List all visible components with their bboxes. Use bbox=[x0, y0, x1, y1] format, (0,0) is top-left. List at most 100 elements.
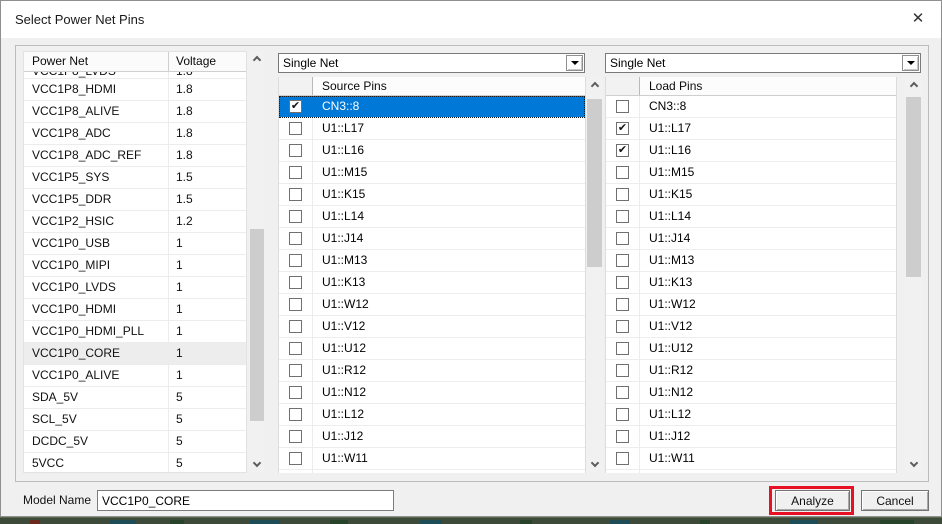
unchecked-checkbox[interactable] bbox=[616, 386, 629, 399]
source-pin-row[interactable]: U1::J12 bbox=[279, 426, 585, 448]
source-net-filter-dropdown[interactable]: Single Net bbox=[278, 53, 585, 73]
source-pin-row[interactable]: U1::W11 bbox=[279, 448, 585, 470]
power-net-row[interactable]: VCC1P8_HDMI1.8 bbox=[24, 79, 246, 101]
unchecked-checkbox[interactable] bbox=[289, 210, 302, 223]
source-pin-row[interactable]: U1::L16 bbox=[279, 140, 585, 162]
load-pin-row[interactable]: U1::M13 bbox=[606, 250, 896, 272]
source-pin-row[interactable]: U1::R12 bbox=[279, 360, 585, 382]
source-pin-row[interactable]: U1::K13 bbox=[279, 272, 585, 294]
power-net-row[interactable]: VCC1P8_ADC_REF1.8 bbox=[24, 145, 246, 167]
load-pin-row[interactable]: U1::L12 bbox=[606, 404, 896, 426]
source-pin-row[interactable]: ✔CN3::8 bbox=[279, 96, 585, 118]
unchecked-checkbox[interactable] bbox=[289, 408, 302, 421]
load-pin-row[interactable]: U1::J12 bbox=[606, 426, 896, 448]
dropdown-arrow-icon[interactable] bbox=[902, 55, 919, 71]
dropdown-arrow-icon[interactable] bbox=[566, 55, 583, 71]
scroll-down-icon[interactable] bbox=[249, 457, 265, 473]
scrollbar-thumb[interactable] bbox=[587, 99, 602, 267]
unchecked-checkbox[interactable] bbox=[289, 320, 302, 333]
unchecked-checkbox[interactable] bbox=[289, 386, 302, 399]
unchecked-checkbox[interactable] bbox=[616, 430, 629, 443]
load-pins-scrollbar[interactable] bbox=[905, 77, 922, 473]
load-pin-row[interactable]: U1::L14 bbox=[606, 206, 896, 228]
source-pin-row[interactable]: U1::M15 bbox=[279, 162, 585, 184]
close-icon[interactable]: ✕ bbox=[909, 10, 927, 28]
source-pin-row[interactable]: U1::W12 bbox=[279, 294, 585, 316]
source-pin-row[interactable]: U1::L14 bbox=[279, 206, 585, 228]
analyze-button[interactable]: Analyze bbox=[775, 490, 850, 511]
unchecked-checkbox[interactable] bbox=[289, 342, 302, 355]
power-net-row[interactable]: VCC1P8_ADC1.8 bbox=[24, 123, 246, 145]
unchecked-checkbox[interactable] bbox=[616, 254, 629, 267]
unchecked-checkbox[interactable] bbox=[616, 342, 629, 355]
load-pin-row[interactable]: U1::V12 bbox=[606, 316, 896, 338]
unchecked-checkbox[interactable] bbox=[616, 408, 629, 421]
unchecked-checkbox[interactable] bbox=[289, 276, 302, 289]
unchecked-checkbox[interactable] bbox=[289, 166, 302, 179]
power-net-row[interactable]: VCC1P2_HSIC1.2 bbox=[24, 211, 246, 233]
power-net-scrollbar[interactable] bbox=[249, 51, 265, 473]
load-pin-row[interactable]: U1::J14 bbox=[606, 228, 896, 250]
power-net-row[interactable]: SCL_5V5 bbox=[24, 409, 246, 431]
load-pin-row[interactable]: U1::W11 bbox=[606, 448, 896, 470]
source-pin-row[interactable]: U1::K15 bbox=[279, 184, 585, 206]
source-pin-row[interactable]: U1::L12 bbox=[279, 404, 585, 426]
unchecked-checkbox[interactable] bbox=[289, 188, 302, 201]
checked-checkbox[interactable]: ✔ bbox=[616, 144, 629, 157]
unchecked-checkbox[interactable] bbox=[289, 254, 302, 267]
power-net-row[interactable]: VCC1P0_HDMI1 bbox=[24, 299, 246, 321]
unchecked-checkbox[interactable] bbox=[616, 166, 629, 179]
scroll-down-icon[interactable] bbox=[905, 457, 922, 473]
load-pin-row[interactable]: U1::R12 bbox=[606, 360, 896, 382]
load-pin-row[interactable]: ✔U1::L17 bbox=[606, 118, 896, 140]
cancel-button[interactable]: Cancel bbox=[861, 490, 929, 511]
checked-checkbox[interactable]: ✔ bbox=[289, 100, 302, 113]
load-pin-row[interactable]: CN3::8 bbox=[606, 96, 896, 118]
power-net-row[interactable]: VCC1P5_SYS1.5 bbox=[24, 167, 246, 189]
power-net-row[interactable]: VCC1P5_DDR1.5 bbox=[24, 189, 246, 211]
power-net-row[interactable]: VCC1P0_MIPI1 bbox=[24, 255, 246, 277]
unchecked-checkbox[interactable] bbox=[289, 364, 302, 377]
unchecked-checkbox[interactable] bbox=[289, 298, 302, 311]
load-pin-row[interactable]: U1::K15 bbox=[606, 184, 896, 206]
power-net-row[interactable]: VCC1P0_ALIVE1 bbox=[24, 365, 246, 387]
load-pin-row[interactable]: U1::W12 bbox=[606, 294, 896, 316]
unchecked-checkbox[interactable] bbox=[289, 144, 302, 157]
load-pin-row[interactable]: ✔U1::L16 bbox=[606, 140, 896, 162]
load-net-filter-dropdown[interactable]: Single Net bbox=[605, 53, 921, 73]
power-net-row[interactable]: VCC1P0_CORE1 bbox=[24, 343, 246, 365]
unchecked-checkbox[interactable] bbox=[616, 320, 629, 333]
unchecked-checkbox[interactable] bbox=[616, 364, 629, 377]
unchecked-checkbox[interactable] bbox=[616, 188, 629, 201]
source-pin-row[interactable]: U1::U12 bbox=[279, 338, 585, 360]
source-pin-row[interactable]: U1::V12 bbox=[279, 316, 585, 338]
checked-checkbox[interactable]: ✔ bbox=[616, 122, 629, 135]
power-net-row[interactable]: DCDC_5V5 bbox=[24, 431, 246, 453]
power-net-row[interactable]: VCC1P0_USB1 bbox=[24, 233, 246, 255]
unchecked-checkbox[interactable] bbox=[289, 452, 302, 465]
unchecked-checkbox[interactable] bbox=[616, 452, 629, 465]
source-pin-row[interactable]: U1::N12 bbox=[279, 382, 585, 404]
unchecked-checkbox[interactable] bbox=[616, 232, 629, 245]
scroll-up-icon[interactable] bbox=[249, 51, 265, 67]
power-net-row[interactable]: 5VCC5 bbox=[24, 453, 246, 473]
scroll-down-icon[interactable] bbox=[586, 457, 603, 473]
source-pins-scrollbar[interactable] bbox=[586, 77, 603, 473]
scrollbar-thumb[interactable] bbox=[906, 97, 921, 277]
scroll-up-icon[interactable] bbox=[905, 77, 922, 93]
source-pin-row[interactable]: U1::J14 bbox=[279, 228, 585, 250]
load-pin-row[interactable]: U1::U12 bbox=[606, 338, 896, 360]
model-name-input[interactable] bbox=[97, 490, 394, 511]
load-pin-row[interactable]: U1::N12 bbox=[606, 382, 896, 404]
load-pin-row[interactable]: U1::M15 bbox=[606, 162, 896, 184]
power-net-row[interactable]: SDA_5V5 bbox=[24, 387, 246, 409]
unchecked-checkbox[interactable] bbox=[616, 298, 629, 311]
source-pin-row[interactable]: U1::M13 bbox=[279, 250, 585, 272]
scroll-up-icon[interactable] bbox=[586, 77, 603, 93]
power-net-row[interactable]: VCC1P0_LVDS1 bbox=[24, 277, 246, 299]
power-net-row[interactable]: VCC1P0_HDMI_PLL1 bbox=[24, 321, 246, 343]
unchecked-checkbox[interactable] bbox=[289, 122, 302, 135]
unchecked-checkbox[interactable] bbox=[289, 232, 302, 245]
load-pin-row[interactable]: U1::K13 bbox=[606, 272, 896, 294]
unchecked-checkbox[interactable] bbox=[616, 276, 629, 289]
